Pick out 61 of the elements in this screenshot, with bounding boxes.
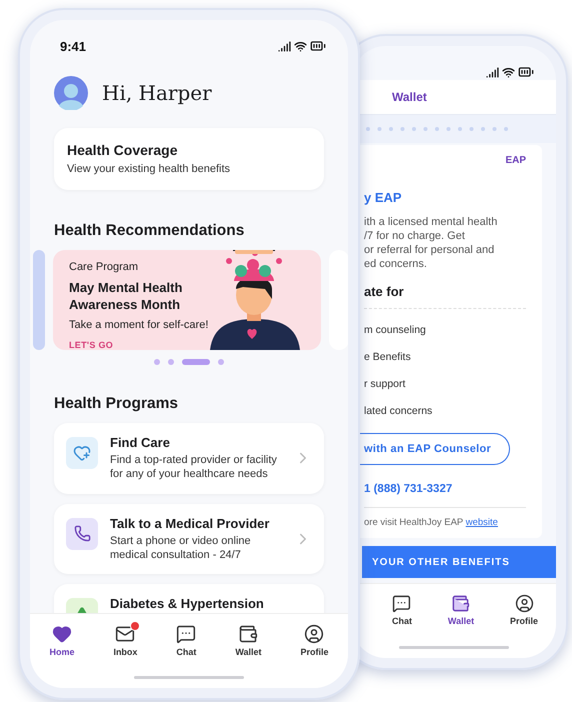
program-icon [66, 518, 98, 550]
list-item: r support [364, 378, 406, 390]
tab-item[interactable]: Inbox [113, 624, 138, 656]
status-time: 9:41 [60, 39, 86, 54]
wifi-icon [294, 40, 307, 52]
profile-icon [514, 594, 534, 613]
tab-item[interactable]: Home [49, 624, 74, 656]
card-title: y EAP [364, 190, 403, 205]
avatar [54, 76, 88, 110]
coverage-card[interactable]: Health Coverage View your existing health benefits [54, 128, 324, 190]
list-item: e Benefits [364, 351, 412, 363]
wallet-icon [238, 624, 258, 644]
program-card[interactable]: Talk to a Medical Provider Start a phone or video online medical consultation - 24/7 [54, 504, 324, 574]
program-card[interactable]: Diabetes & Hypertension [54, 584, 324, 613]
signal-icon [486, 66, 499, 78]
list-item: lated concerns [364, 405, 434, 417]
carousel-dot[interactable] [168, 359, 174, 366]
program-icon [66, 437, 98, 470]
tab-item[interactable]: Chat [392, 594, 412, 626]
heart-icon [52, 624, 72, 644]
section-heading: ate for [364, 284, 526, 309]
card-subtitle: View your existing health benefits [67, 162, 232, 176]
program-title: Diabetes & Hypertension [110, 596, 265, 612]
wallet-icon [451, 594, 470, 613]
promo-card[interactable]: Care Program May Mental Health Awareness Month Take a moment for self-care! LET'S GO [53, 250, 321, 350]
greeting: Hi, Harper [102, 81, 212, 105]
description-line: or referral for personal and [364, 243, 496, 257]
program-description: Find a top-rated provider or facility for any of your healthcare needs [110, 453, 278, 482]
tag-label: EAP [505, 155, 526, 166]
footer-text: ore visit HealthJoy EAP website [364, 517, 499, 528]
tab-item[interactable]: Profile [300, 624, 328, 656]
carousel-dot[interactable] [154, 359, 160, 366]
promo-title: May Mental Health Awareness Month [69, 280, 184, 314]
carousel-dot[interactable] [218, 359, 224, 366]
chat-icon [392, 594, 412, 613]
program-title: Talk to a Medical Provider [110, 516, 270, 531]
description-line: ith a licensed mental health [364, 215, 498, 229]
description-line: /7 for no charge. Get [364, 229, 466, 243]
description-line: ed concerns. [364, 257, 428, 271]
tab-item[interactable]: Profile [510, 594, 538, 626]
website-link[interactable]: website [466, 517, 498, 528]
tab-item[interactable]: Wallet [448, 594, 474, 626]
phone-link[interactable]: 1 (888) 731-3327 [364, 483, 526, 508]
section-heading: Health Programs [54, 395, 180, 414]
program-title: Find Care [110, 435, 171, 450]
mail-icon [115, 624, 136, 644]
chat-icon [176, 624, 196, 644]
program-card[interactable]: Find Care Find a top-rated provider or facility for any of your healthcare needs [54, 423, 324, 494]
promo-label: Care Program [69, 261, 140, 274]
wifi-icon [502, 66, 515, 78]
header-title: Wallet [392, 90, 427, 104]
tab-item[interactable]: Chat [176, 624, 196, 656]
card-title: Health Coverage [67, 142, 178, 158]
signal-icon [278, 40, 291, 52]
tab-item[interactable]: Wallet [235, 624, 262, 656]
profile-icon [304, 624, 324, 644]
list-item: m counseling [364, 324, 427, 336]
section-heading: Health Recommendations [54, 222, 246, 240]
benefits-banner[interactable]: YOUR OTHER BENEFITS [362, 546, 556, 578]
program-description: Start a phone or video online medical consultation - 24/7 [110, 534, 252, 562]
promo-subtitle: Take a moment for self-care! [69, 319, 210, 332]
